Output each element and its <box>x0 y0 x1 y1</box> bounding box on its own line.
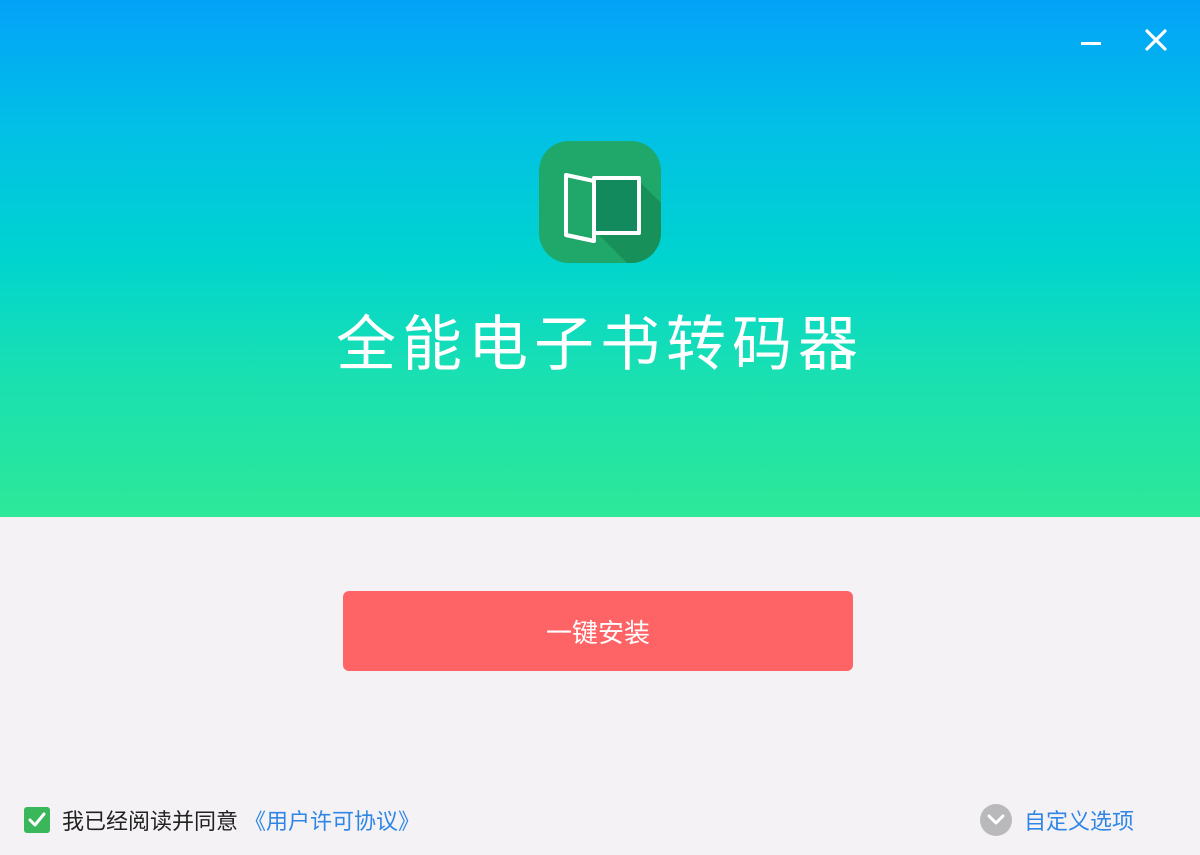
license-agreement-link[interactable]: 《用户许可协议》 <box>244 804 420 836</box>
minimize-icon <box>1081 42 1101 45</box>
close-icon <box>1145 29 1167 51</box>
app-logo <box>539 141 661 263</box>
check-icon <box>28 812 46 827</box>
minimize-button[interactable] <box>1073 22 1109 58</box>
close-button[interactable] <box>1138 22 1174 58</box>
custom-options-button[interactable]: 自定义选项 <box>980 804 1134 836</box>
agree-checkbox[interactable] <box>24 807 50 833</box>
agreement-row: 我已经阅读并同意 《用户许可协议》 <box>24 804 420 836</box>
hero-banner: 全能电子书转码器 <box>0 0 1200 517</box>
install-button[interactable]: 一键安装 <box>343 591 853 671</box>
installer-window: 全能电子书转码器 一键安装 我已经阅读并同意 《用户许可协议》 自定义选项 <box>0 0 1200 855</box>
open-book-icon <box>539 141 661 263</box>
chevron-down-icon <box>980 804 1012 836</box>
custom-options-label: 自定义选项 <box>1024 810 1135 835</box>
app-title: 全能电子书转码器 <box>336 310 864 380</box>
agreement-text: 我已经阅读并同意 <box>62 810 239 835</box>
